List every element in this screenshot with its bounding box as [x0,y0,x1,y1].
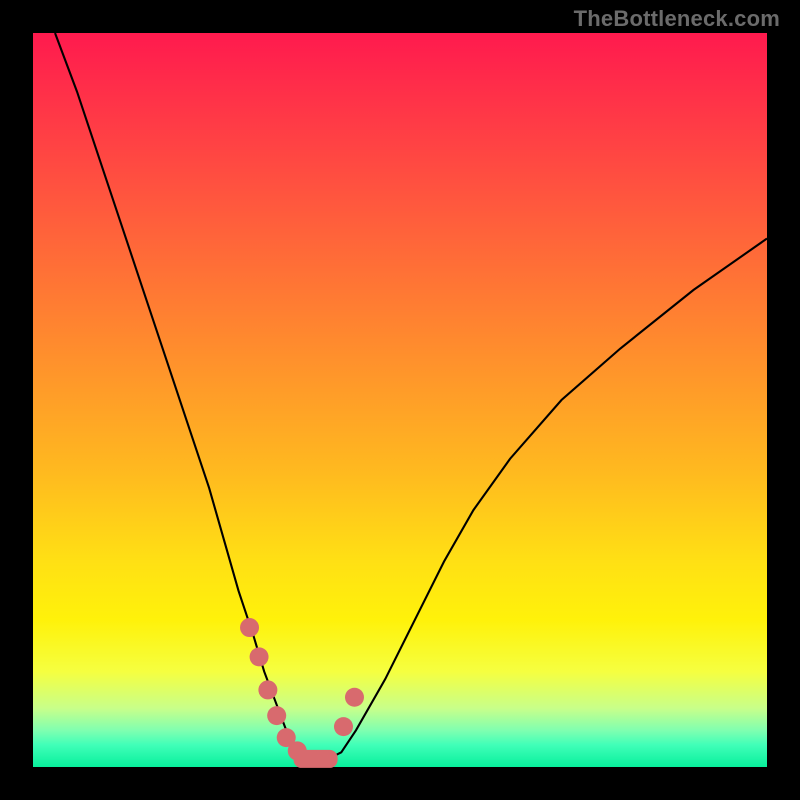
bottleneck-curve-path [55,33,767,760]
threshold-marker [250,647,269,666]
threshold-marker [345,688,364,707]
threshold-marker [267,706,286,725]
threshold-marker [258,680,277,699]
marker-group [240,618,364,760]
threshold-marker [240,618,259,637]
optimal-range-band [294,750,338,768]
threshold-marker [334,717,353,736]
bottleneck-chart [33,33,767,767]
watermark-text: TheBottleneck.com [574,6,780,32]
